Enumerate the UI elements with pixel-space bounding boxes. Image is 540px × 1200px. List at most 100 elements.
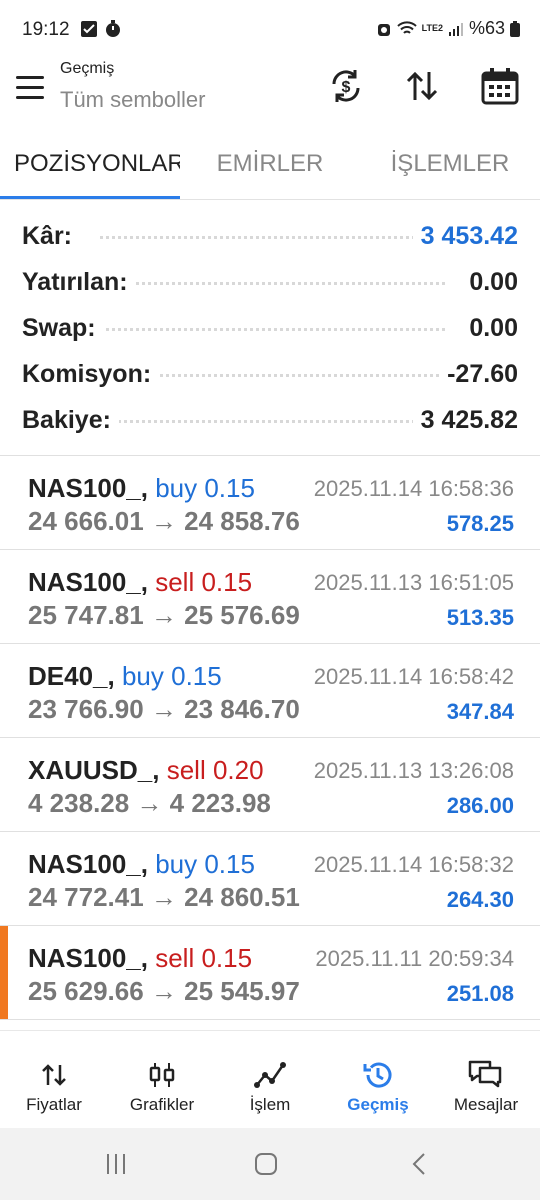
messages-icon	[466, 1059, 506, 1091]
menu-icon	[16, 76, 44, 79]
home-button[interactable]	[246, 1148, 286, 1180]
tab-orders[interactable]: EMİRLER	[180, 150, 360, 178]
deal-time: 2025.11.11 20:59:34	[315, 946, 514, 971]
checkbox-notification-icon	[81, 21, 97, 37]
deal-side: buy 0.15	[155, 849, 255, 879]
battery-percent: %63	[468, 18, 505, 38]
deal-symbol: NAS100_,	[28, 567, 148, 597]
list-item[interactable]: NAS100_, sell 0.15 2025.11.11 20:59:34 2…	[0, 926, 540, 1020]
tab-deals[interactable]: İŞLEMLER	[360, 150, 540, 178]
summary-value: 3 453.42	[412, 222, 518, 251]
network-label: LTE2	[421, 23, 443, 33]
list-item[interactable]: DE40_, buy 0.15 2025.11.14 16:58:42 23 7…	[0, 644, 540, 738]
currency-exchange-icon: $	[332, 70, 360, 102]
positions-list: NAS100_, buy 0.15 2025.11.14 16:58:36 24…	[0, 456, 540, 1020]
deal-profit: 264.30	[446, 887, 514, 912]
list-item[interactable]: NAS100_, buy 0.15 2025.11.14 16:58:36 24…	[0, 456, 540, 550]
deal-prices: 23 766.90 → 23 846.70	[28, 694, 300, 724]
deal-profit: 513.35	[446, 605, 514, 630]
recent-apps-button[interactable]	[96, 1148, 136, 1180]
currency-exchange-button[interactable]: $	[326, 66, 366, 106]
quotes-icon	[34, 1059, 74, 1091]
nav-label: Grafikler	[129, 1095, 195, 1114]
nav-label: Mesajlar	[453, 1095, 519, 1114]
status-right: LTE2 %63	[376, 18, 520, 39]
deal-time: 2025.11.14 16:58:36	[313, 476, 514, 501]
deal-side: sell 0.20	[166, 755, 264, 785]
summary-label: Swap:	[22, 314, 104, 343]
deal-symbol: NAS100_,	[28, 473, 148, 503]
app-bar: Geçmiş Tüm semboller $	[0, 60, 540, 130]
history-tabs: POZİSYONLAR EMİRLER İŞLEMLER	[0, 140, 540, 200]
summary-label: Yatırılan:	[22, 268, 136, 297]
nav-charts[interactable]: Grafikler	[108, 1031, 216, 1129]
summary-row-swap: Swap: 0.00	[0, 304, 540, 350]
battery-icon	[510, 20, 520, 37]
home-icon	[255, 1153, 277, 1175]
trade-icon	[250, 1059, 290, 1091]
nav-messages[interactable]: Mesajlar	[432, 1031, 540, 1129]
deal-symbol: NAS100_,	[28, 849, 148, 879]
nav-label: Fiyatlar	[26, 1095, 82, 1114]
deal-prices: 24 772.41 → 24 860.51	[28, 882, 300, 912]
summary-label: Komisyon:	[22, 360, 160, 389]
deal-side: buy 0.15	[121, 661, 222, 691]
deal-symbol: NAS100_,	[28, 943, 148, 973]
calendar-icon	[481, 68, 519, 105]
deal-profit: 347.84	[446, 699, 514, 724]
symbol-filter[interactable]: Tüm semboller	[60, 87, 205, 113]
summary-row-profit: Kâr: 3 453.42	[0, 212, 540, 258]
nav-label: Geçmiş	[347, 1095, 409, 1114]
deal-side: sell 0.15	[155, 567, 253, 597]
status-bar: 19:12 LTE2 %63	[0, 0, 540, 60]
wifi-icon	[396, 20, 417, 34]
back-icon	[412, 1153, 425, 1175]
charts-icon	[142, 1059, 182, 1091]
deal-profit: 578.25	[446, 511, 514, 536]
tab-positions[interactable]: POZİSYONLAR	[14, 150, 180, 196]
alarm-icon	[377, 23, 390, 36]
bottom-navigation: Fiyatlar Grafikler İşlem Geçmiş Mesajlar	[0, 1030, 540, 1129]
deal-prices: 24 666.01 → 24 858.76	[28, 506, 300, 536]
summary-row-balance: Bakiye: 3 425.82	[0, 396, 540, 442]
summary-value: -27.60	[439, 360, 518, 389]
svg-text:$: $	[342, 79, 351, 96]
nav-history[interactable]: Geçmiş	[324, 1031, 432, 1129]
menu-button[interactable]	[16, 76, 46, 102]
recent-apps-icon	[107, 1154, 125, 1174]
summary-label: Bakiye:	[22, 406, 119, 435]
selected-marker	[0, 926, 8, 1019]
history-icon	[358, 1059, 398, 1091]
deal-time: 2025.11.14 16:58:42	[313, 664, 514, 689]
deal-prices: 25 629.66 → 25 545.97	[28, 976, 300, 1006]
nav-quotes[interactable]: Fiyatlar	[0, 1031, 108, 1129]
deal-time: 2025.11.13 16:51:05	[313, 570, 514, 595]
list-item[interactable]: NAS100_, buy 0.15 2025.11.14 16:58:32 24…	[0, 832, 540, 926]
deal-side: sell 0.15	[155, 943, 253, 973]
system-navigation-bar	[0, 1128, 540, 1200]
summary-value: 0.00	[461, 268, 518, 297]
deal-profit: 251.08	[446, 981, 514, 1006]
summary-label: Kâr:	[22, 222, 81, 251]
back-button[interactable]	[400, 1148, 440, 1180]
nav-label: İşlem	[249, 1095, 291, 1114]
sort-icon	[406, 71, 438, 101]
summary-panel: Kâr: 3 453.42 Yatırılan: 0.00 Swap: 0.00…	[0, 212, 540, 442]
deal-time: 2025.11.14 16:58:32	[313, 852, 514, 877]
deal-profit: 286.00	[446, 793, 514, 818]
summary-value: 0.00	[461, 314, 518, 343]
deal-side: buy 0.15	[155, 473, 255, 503]
deal-prices: 25 747.81 → 25 576.69	[28, 600, 300, 630]
summary-row-commission: Komisyon: -27.60	[0, 350, 540, 396]
nav-trade[interactable]: İşlem	[216, 1031, 324, 1129]
sort-button[interactable]	[402, 66, 442, 106]
signal-icon	[448, 22, 463, 36]
summary-value: 3 425.82	[412, 406, 518, 435]
status-notification-icons	[80, 20, 122, 38]
deal-time: 2025.11.13 13:26:08	[313, 758, 514, 783]
summary-row-deposit: Yatırılan: 0.00	[0, 258, 540, 304]
list-item[interactable]: XAUUSD_, sell 0.20 2025.11.13 13:26:08 4…	[0, 738, 540, 832]
calendar-button[interactable]	[480, 66, 520, 106]
deal-symbol: DE40_,	[28, 661, 115, 691]
list-item[interactable]: NAS100_, sell 0.15 2025.11.13 16:51:05 2…	[0, 550, 540, 644]
